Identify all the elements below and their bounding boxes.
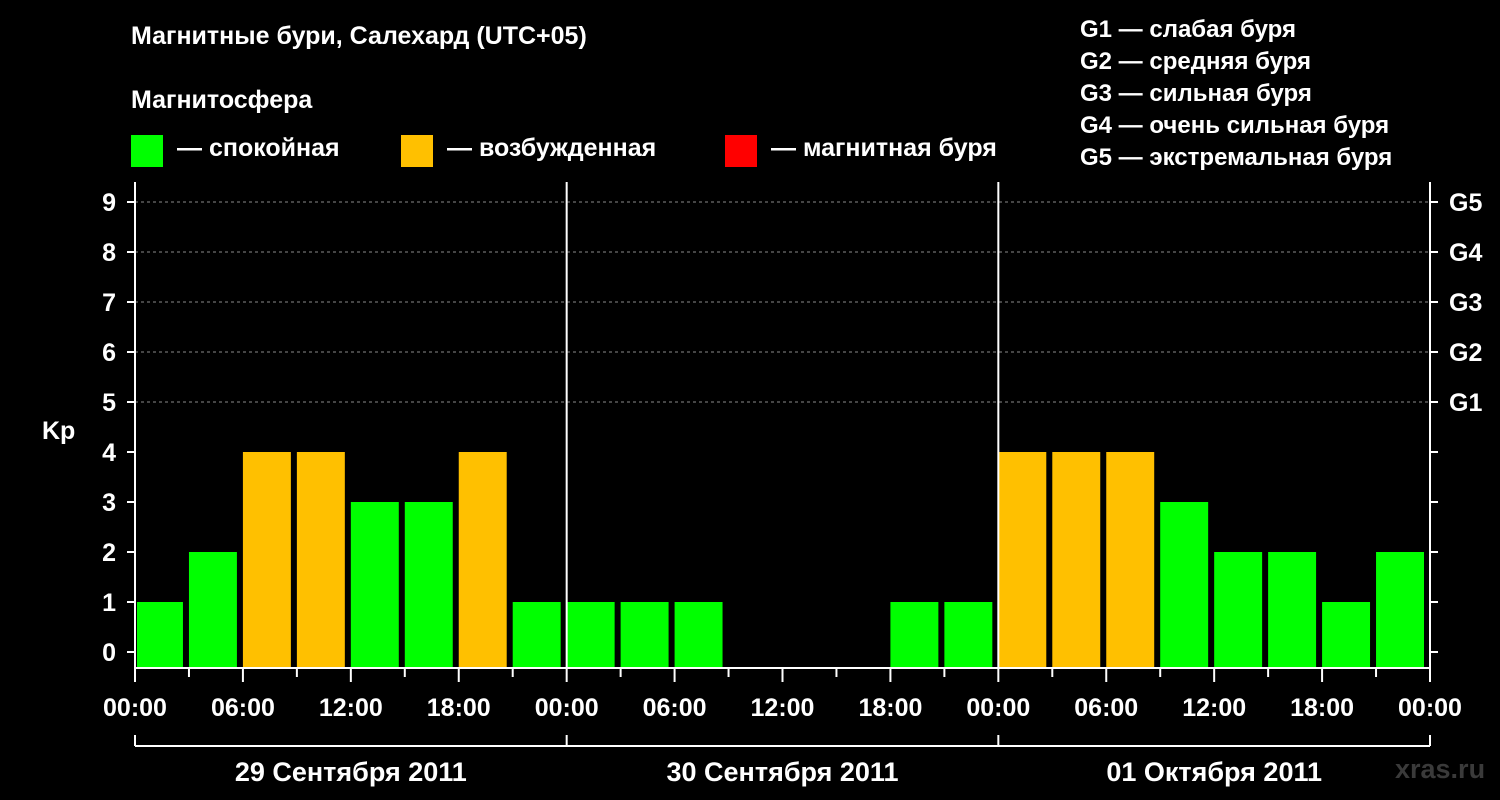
y-tick-label: 7 xyxy=(102,289,116,317)
g-tick-label: G3 xyxy=(1449,289,1482,317)
kp-bar xyxy=(998,452,1047,668)
kp-bar xyxy=(188,552,237,668)
y-axis-label: Kp xyxy=(42,417,75,445)
g-tick-label: G4 xyxy=(1449,239,1482,267)
kp-bar xyxy=(404,502,453,668)
kp-bar xyxy=(566,602,615,668)
y-tick-label: 4 xyxy=(102,439,116,467)
x-tick-label: 06:00 xyxy=(211,694,275,722)
kp-bar xyxy=(137,602,183,668)
watermark: xras.ru xyxy=(1395,754,1486,784)
y-tick-label: 2 xyxy=(102,539,116,567)
y-tick-label: 9 xyxy=(102,189,116,217)
kp-bar xyxy=(1214,552,1263,668)
kp-bar xyxy=(674,602,723,668)
kp-bar xyxy=(944,602,993,668)
kp-bar xyxy=(242,452,291,668)
g-tick-label: G5 xyxy=(1449,189,1482,217)
day-label: 30 Сентября 2011 xyxy=(667,757,899,787)
x-tick-label: 12:00 xyxy=(751,694,815,722)
kp-bar xyxy=(512,602,561,668)
kp-bar xyxy=(458,452,507,668)
day-label: 29 Сентября 2011 xyxy=(235,757,467,787)
kp-bar xyxy=(1268,552,1317,668)
x-tick-label: 00:00 xyxy=(103,694,167,722)
x-tick-label: 00:00 xyxy=(1398,694,1462,722)
kp-bar xyxy=(296,452,345,668)
kp-bar xyxy=(1052,452,1101,668)
x-tick-label: 00:00 xyxy=(535,694,599,722)
x-tick-label: 12:00 xyxy=(319,694,383,722)
kp-bar xyxy=(350,502,399,668)
kp-bar xyxy=(890,602,939,668)
x-tick-label: 18:00 xyxy=(1290,694,1354,722)
x-tick-label: 18:00 xyxy=(858,694,922,722)
kp-bar xyxy=(620,602,669,668)
g-tick-label: G2 xyxy=(1449,339,1482,367)
kp-chart: 0 1 2 3 4 5 6 7 8 9 G1 G2 G3 G4 G5 Kp 00:00 06:00 12:00 18:… xyxy=(42,182,1482,787)
x-tick-label: 18:00 xyxy=(427,694,491,722)
kp-bar xyxy=(1376,552,1424,668)
kp-bar xyxy=(1160,502,1209,668)
y-tick-label: 8 xyxy=(102,239,116,267)
day-label: 01 Октября 2011 xyxy=(1106,757,1322,787)
y-tick-label: 5 xyxy=(102,389,116,417)
kp-bar xyxy=(1106,452,1155,668)
kp-bar xyxy=(1322,602,1371,668)
y-tick-label: 0 xyxy=(102,639,116,667)
x-tick-label: 06:00 xyxy=(1074,694,1138,722)
y-tick-label: 6 xyxy=(102,339,116,367)
y-tick-label: 1 xyxy=(102,589,116,617)
x-tick-label: 00:00 xyxy=(966,694,1030,722)
x-tick-label: 06:00 xyxy=(643,694,707,722)
y-tick-label: 3 xyxy=(102,489,116,517)
x-tick-label: 12:00 xyxy=(1182,694,1246,722)
g-tick-label: G1 xyxy=(1449,389,1482,417)
